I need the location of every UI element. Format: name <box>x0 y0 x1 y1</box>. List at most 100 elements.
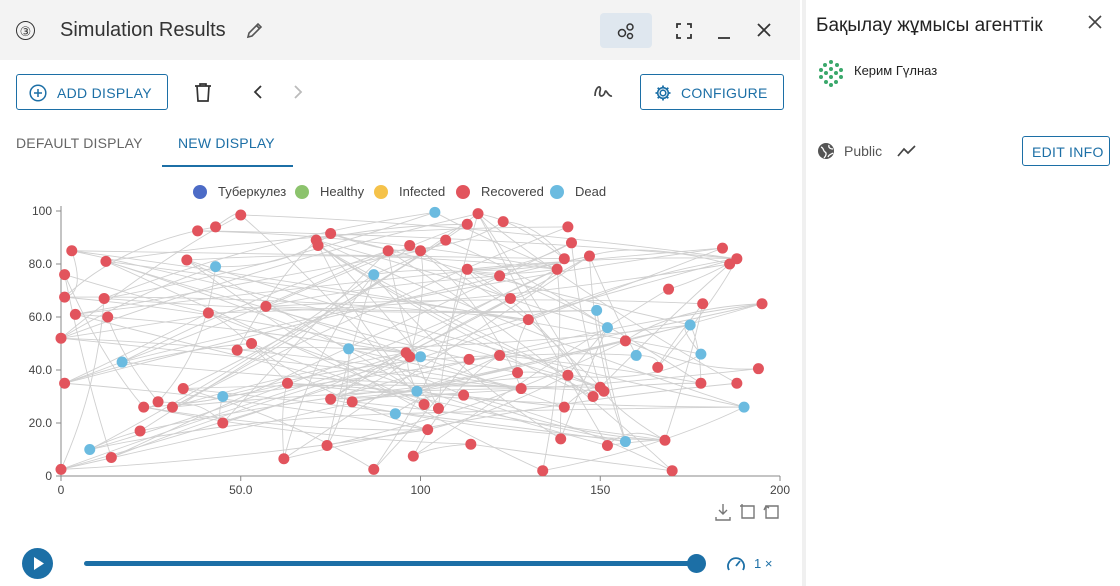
gear-icon <box>655 85 671 101</box>
recovered-agent-point <box>210 221 222 233</box>
zoom-area-icon[interactable] <box>740 504 755 519</box>
recovered-agent-point <box>152 396 164 408</box>
dead-agent-point <box>116 356 128 368</box>
y-tick-label: 0 <box>45 469 52 483</box>
share-button[interactable] <box>600 13 652 48</box>
dead-agent-point <box>217 391 229 402</box>
chevron-left-icon[interactable] <box>252 84 264 105</box>
recovered-agent-point <box>716 242 728 254</box>
legend-label: Recovered <box>481 184 544 199</box>
network-link <box>657 303 704 368</box>
legend-marker <box>456 185 470 199</box>
network-link <box>470 443 673 472</box>
trash-icon[interactable] <box>194 82 212 107</box>
network-link <box>71 250 701 355</box>
speedometer-icon[interactable] <box>726 555 746 578</box>
recovered-agent-point <box>134 425 146 437</box>
chevron-right-icon[interactable] <box>292 84 304 105</box>
close-icon[interactable] <box>756 22 772 43</box>
recovered-agent-point <box>177 383 189 395</box>
recovered-agent-point <box>192 225 204 237</box>
add-display-label: ADD DISPLAY <box>57 85 152 101</box>
chart-tools <box>712 502 782 527</box>
fullscreen-icon[interactable] <box>676 23 692 44</box>
recovered-agent-point <box>565 237 577 249</box>
active-tab-indicator <box>162 165 293 167</box>
play-button[interactable] <box>22 548 53 579</box>
recovered-agent-point <box>278 453 290 465</box>
recovered-agent-point <box>583 250 595 262</box>
simulation-results-panel: ③ Simulation Results ADD DISPLAY CONFIGU… <box>0 0 800 586</box>
y-tick-label: 80.0 <box>29 257 53 271</box>
recovered-agent-point <box>731 253 743 265</box>
author-logo <box>816 58 846 93</box>
recovered-agent-point <box>217 417 229 429</box>
recovered-agent-point <box>652 361 664 373</box>
recovered-agent-point <box>312 239 324 251</box>
recovered-agent-point <box>440 234 452 246</box>
reset-zoom-icon[interactable] <box>763 504 779 519</box>
recovered-agent-point <box>346 396 358 408</box>
recovered-agent-point <box>461 218 473 230</box>
recovered-agent-point <box>55 463 67 475</box>
author-name[interactable]: Керим Гүлназ <box>854 63 937 78</box>
dead-agent-point <box>601 322 613 334</box>
x-tick-label: 100 <box>410 483 430 497</box>
minimize-icon[interactable] <box>716 22 732 45</box>
edit-info-button[interactable]: EDIT INFO <box>1022 136 1110 166</box>
recovered-agent-point <box>98 292 110 304</box>
recovered-agent-point <box>497 216 509 228</box>
recovered-agent-point <box>102 311 114 323</box>
recovered-agent-point <box>325 228 337 240</box>
recovered-agent-point <box>472 208 484 220</box>
recovered-agent-point <box>235 209 247 221</box>
trend-icon[interactable] <box>897 143 917 164</box>
recovered-agent-point <box>463 353 475 365</box>
y-tick-label: 100 <box>32 204 52 218</box>
download-icon[interactable] <box>715 504 731 521</box>
share-icon <box>617 23 634 40</box>
pencil-icon[interactable] <box>246 22 263 44</box>
recovered-agent-point <box>465 438 477 450</box>
network-link <box>60 214 241 339</box>
recovered-agent-point <box>555 433 567 445</box>
recovered-agent-point <box>601 440 613 452</box>
close-icon[interactable] <box>1088 15 1102 34</box>
dead-agent-point <box>411 385 423 397</box>
network-link <box>89 430 141 450</box>
recovered-agent-point <box>515 383 527 395</box>
network-links <box>60 211 763 472</box>
configure-button[interactable]: CONFIGURE <box>640 74 784 110</box>
visibility-label: Public <box>844 143 883 159</box>
recovered-agent-point <box>404 351 416 363</box>
recovered-agent-point <box>418 398 430 410</box>
recovered-agent-point <box>659 434 671 446</box>
dead-agent-point <box>415 351 426 363</box>
legend-label: Dead <box>575 184 606 199</box>
legend-marker <box>193 185 207 199</box>
step-badge: ③ <box>16 21 35 40</box>
tab-default-display[interactable]: DEFAULT DISPLAY <box>16 135 143 151</box>
tab-new-display[interactable]: NEW DISPLAY <box>178 135 275 151</box>
info-panel-title: Бақылау жұмысы агенттік <box>816 15 1043 36</box>
speed-label[interactable]: 1 × <box>754 556 772 571</box>
globe-icon <box>817 142 835 165</box>
playback-slider-thumb[interactable] <box>687 554 706 573</box>
play-icon <box>34 557 44 570</box>
recovered-agent-point <box>512 367 524 379</box>
playback-slider[interactable] <box>84 561 698 566</box>
recovered-agent-point <box>494 270 506 282</box>
recovered-agent-point <box>461 263 473 275</box>
network-link <box>75 250 421 315</box>
recovered-agent-point <box>382 245 394 257</box>
recovered-agent-point <box>166 401 178 413</box>
signature-icon[interactable] <box>592 82 614 107</box>
recovered-agent-point <box>246 338 258 349</box>
recovered-agent-point <box>138 401 150 413</box>
recovered-agent-point <box>281 377 293 389</box>
add-display-button[interactable]: ADD DISPLAY <box>16 74 168 110</box>
recovered-agent-point <box>697 298 709 310</box>
legend-marker <box>295 185 309 199</box>
dead-agent-point <box>210 261 222 273</box>
recovered-agent-point <box>537 465 549 477</box>
